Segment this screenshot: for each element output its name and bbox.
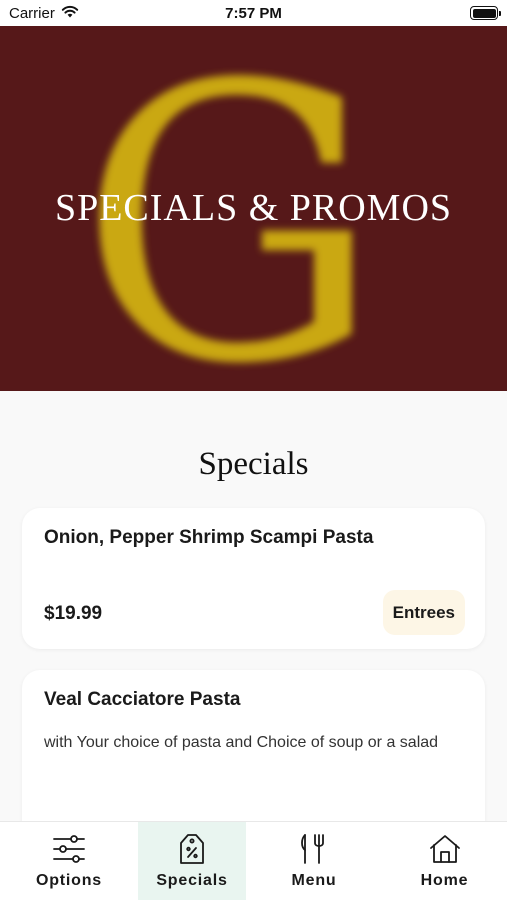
- special-category-badge: Entrees: [382, 590, 465, 635]
- price-tag-icon: [174, 832, 210, 866]
- tab-specials-label: Specials: [156, 872, 228, 889]
- tab-options[interactable]: Options: [0, 822, 138, 900]
- tab-home-label: Home: [420, 872, 469, 889]
- status-bar: Carrier 7:57 PM: [0, 0, 507, 26]
- battery-icon: [470, 6, 501, 20]
- sliders-icon: [51, 832, 87, 866]
- special-description: with Your choice of pasta and Choice of …: [44, 734, 439, 751]
- special-card[interactable]: Onion, Pepper Shrimp Scampi Pasta $19.99…: [22, 508, 485, 649]
- special-title: Onion, Pepper Shrimp Scampi Pasta: [44, 527, 374, 548]
- special-card[interactable]: Veal Cacciatore Pasta with Your choice o…: [22, 670, 485, 821]
- section-title: Specials: [198, 446, 309, 482]
- hero-title: SPECIALS & PROMOS: [54, 187, 453, 229]
- tab-specials[interactable]: Specials: [138, 822, 246, 900]
- tab-home[interactable]: Home: [382, 822, 507, 900]
- special-title: Veal Cacciatore Pasta: [44, 689, 241, 710]
- home-icon: [427, 832, 463, 866]
- hero-banner: G SPECIALS & PROMOS: [0, 26, 507, 391]
- fork-knife-icon: [296, 832, 332, 866]
- status-time: 7:57 PM: [225, 5, 282, 22]
- tab-options-label: Options: [35, 872, 103, 889]
- tab-menu-label: Menu: [291, 872, 337, 889]
- special-price: $19.99: [44, 603, 103, 624]
- tab-menu[interactable]: Menu: [246, 822, 382, 900]
- specials-list-container[interactable]: Specials Onion, Pepper Shrimp Scampi Pas…: [0, 391, 507, 821]
- bottom-tab-bar: Options Specials Menu Home: [0, 821, 507, 900]
